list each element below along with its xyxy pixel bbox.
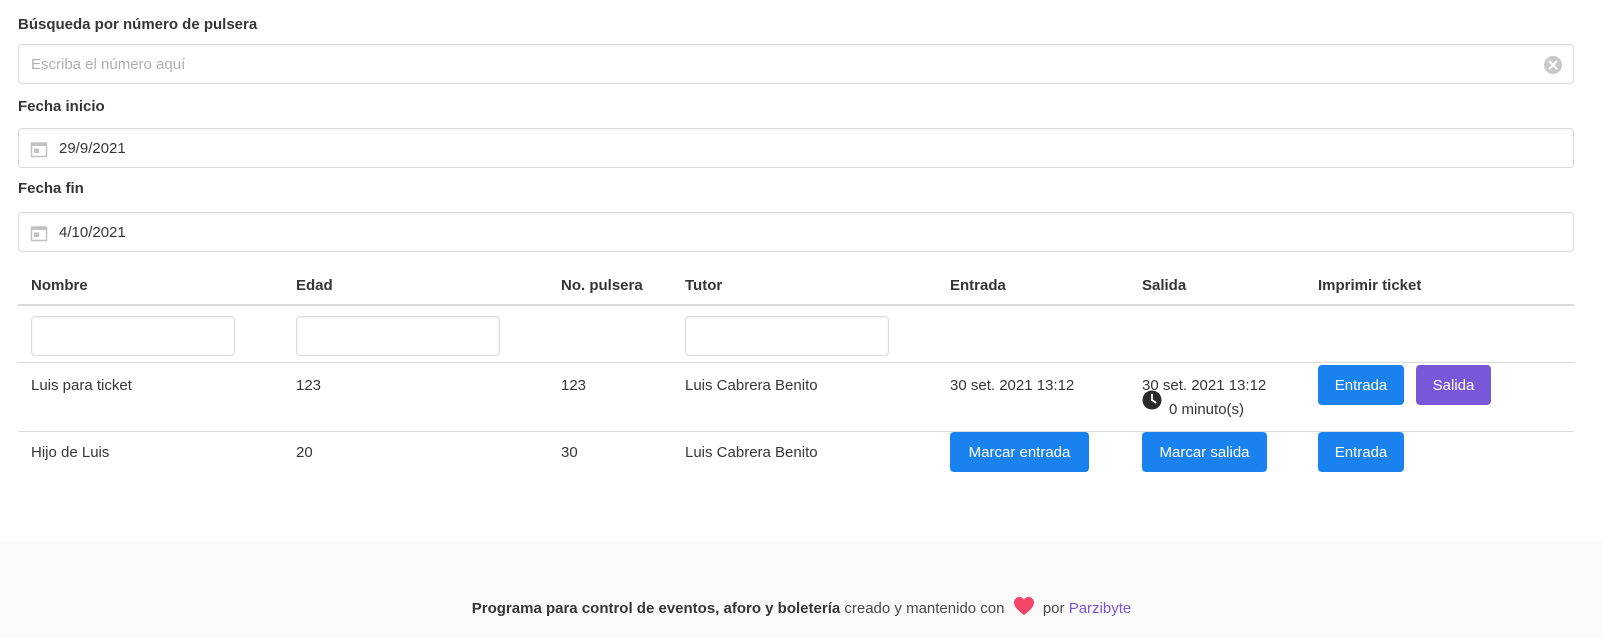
row1-nombre: Luis para ticket <box>31 377 132 394</box>
row1-entrada: 30 set. 2021 13:12 <box>950 377 1075 394</box>
heart-icon <box>1013 596 1034 616</box>
ticket-entrada-button[interactable]: Entrada <box>1318 365 1404 405</box>
ticket-salida-button[interactable]: Salida <box>1416 365 1491 405</box>
footer-by-text: por <box>1042 600 1065 617</box>
filter-divider <box>18 362 1574 363</box>
search-placeholder: Escriba el número aquí <box>31 56 186 73</box>
end-date-value: 4/10/2021 <box>59 224 126 241</box>
start-date-input[interactable]: 29/9/2021 <box>18 128 1574 168</box>
row2-nombre: Hijo de Luis <box>31 444 110 461</box>
row1-pulsera: 123 <box>561 377 587 394</box>
filter-tutor-input[interactable] <box>685 316 889 356</box>
footer-text: Programa para control de eventos, aforo … <box>0 596 1603 617</box>
search-label: Búsqueda por número de pulsera <box>18 16 258 33</box>
row1-tutor: Luis Cabrera Benito <box>685 377 818 394</box>
search-input[interactable]: Escriba el número aquí <box>18 44 1574 84</box>
parzibyte-link[interactable]: Parzibyte <box>1069 600 1132 617</box>
clock-icon <box>1142 390 1162 410</box>
marcar-salida-button[interactable]: Marcar salida <box>1142 432 1267 472</box>
column-header-nombre: Nombre <box>31 277 88 294</box>
row2-tutor: Luis Cabrera Benito <box>685 444 818 461</box>
row2-edad: 20 <box>296 444 313 461</box>
column-header-ticket: Imprimir ticket <box>1318 277 1422 294</box>
start-date-label: Fecha inicio <box>18 98 105 115</box>
header-divider <box>18 304 1574 306</box>
calendar-icon <box>30 142 48 158</box>
row1-edad: 123 <box>296 377 322 394</box>
filter-nombre-input[interactable] <box>31 316 235 356</box>
row2-pulsera: 30 <box>561 444 578 461</box>
column-header-salida: Salida <box>1142 277 1187 294</box>
column-header-edad: Edad <box>296 277 333 294</box>
footer: Programa para control de eventos, aforo … <box>0 541 1603 638</box>
marcar-entrada-button[interactable]: Marcar entrada <box>950 432 1089 472</box>
filter-edad-input[interactable] <box>296 316 500 356</box>
column-header-tutor: Tutor <box>685 277 723 294</box>
calendar-icon <box>30 226 48 242</box>
footer-made-text: creado y mantenido con <box>844 600 1005 617</box>
end-date-input[interactable]: 4/10/2021 <box>18 212 1574 252</box>
column-header-pulsera: No. pulsera <box>561 277 643 294</box>
end-date-label: Fecha fin <box>18 180 84 197</box>
column-header-entrada: Entrada <box>950 277 1006 294</box>
row1-duracion: 0 minuto(s) <box>1169 401 1245 418</box>
start-date-value: 29/9/2021 <box>59 140 126 157</box>
ticket-entrada-button[interactable]: Entrada <box>1318 432 1404 472</box>
footer-bold-text: Programa para control de eventos, aforo … <box>471 600 841 617</box>
clear-circle-icon[interactable] <box>1543 55 1563 75</box>
